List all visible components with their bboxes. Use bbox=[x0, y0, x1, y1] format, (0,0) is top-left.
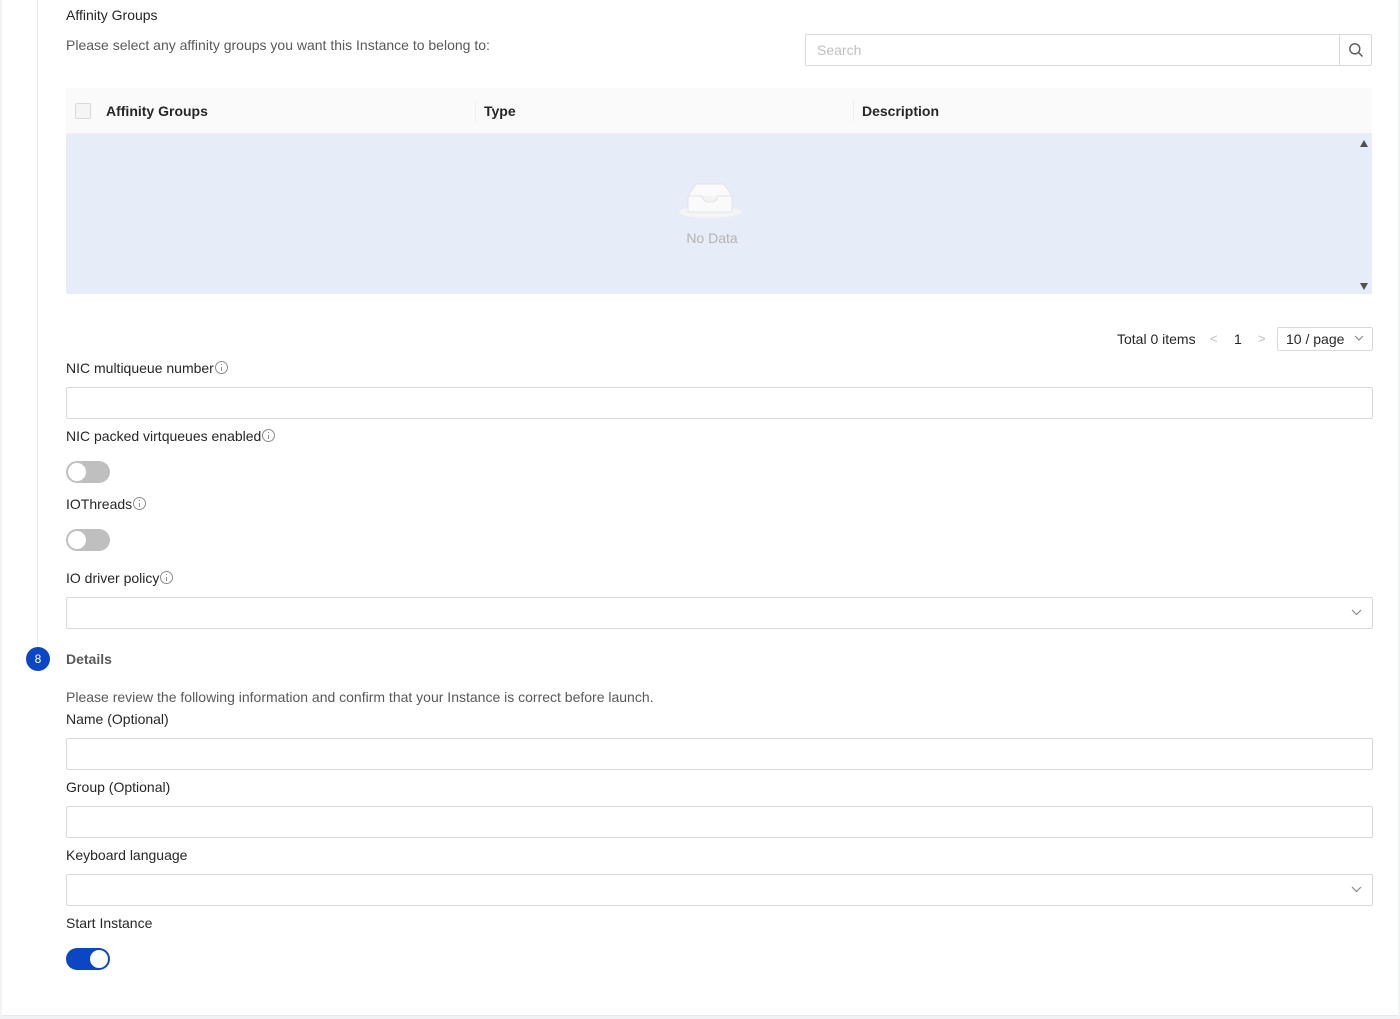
io-driver-label: IO driver policy bbox=[66, 570, 174, 586]
details-description: Please review the following information … bbox=[66, 689, 654, 705]
column-header-affinity-groups[interactable]: Affinity Groups bbox=[106, 88, 208, 134]
group-input[interactable] bbox=[67, 807, 1372, 837]
details-step-title: Details bbox=[66, 651, 112, 667]
affinity-search bbox=[805, 34, 1372, 66]
name-field bbox=[66, 738, 1373, 770]
info-icon[interactable] bbox=[160, 571, 174, 584]
toggle-knob bbox=[90, 950, 108, 968]
nic-packed-toggle[interactable] bbox=[66, 461, 110, 483]
step-number-badge: 8 bbox=[26, 647, 50, 671]
chevron-down-icon bbox=[1351, 609, 1362, 616]
pagination-next-icon[interactable]: > bbox=[1258, 331, 1266, 346]
affinity-groups-title: Affinity Groups bbox=[66, 7, 158, 23]
search-icon bbox=[1348, 43, 1363, 58]
column-separator bbox=[475, 100, 476, 122]
scroll-down-arrow-icon[interactable] bbox=[1360, 283, 1368, 290]
affinity-table-body: No Data bbox=[66, 134, 1372, 294]
pagination-page-1[interactable]: 1 bbox=[1234, 331, 1242, 347]
empty-inbox-icon bbox=[679, 183, 741, 218]
keyboard-language-label: Keyboard language bbox=[66, 847, 188, 863]
pagination-prev-icon[interactable]: < bbox=[1210, 331, 1218, 346]
chevron-down-icon bbox=[1354, 335, 1364, 341]
info-icon[interactable] bbox=[214, 361, 228, 374]
column-header-description[interactable]: Description bbox=[862, 88, 939, 134]
nic-multiqueue-label-text: NIC multiqueue number bbox=[66, 360, 214, 376]
empty-state-text: No Data bbox=[686, 230, 738, 246]
step-connector-line bbox=[37, 0, 38, 646]
column-header-type[interactable]: Type bbox=[484, 88, 516, 134]
page-size-value: 10 / page bbox=[1286, 331, 1345, 347]
scroll-up-arrow-icon[interactable] bbox=[1360, 140, 1368, 147]
toggle-knob bbox=[68, 531, 86, 549]
iothreads-label-text: IOThreads bbox=[66, 496, 133, 512]
group-field bbox=[66, 806, 1373, 838]
info-icon[interactable] bbox=[133, 497, 147, 510]
chevron-down-icon bbox=[1351, 886, 1362, 893]
nic-multiqueue-label: NIC multiqueue number bbox=[66, 360, 228, 376]
nic-multiqueue-input[interactable] bbox=[67, 388, 1372, 418]
iothreads-label: IOThreads bbox=[66, 496, 147, 512]
keyboard-language-select[interactable] bbox=[66, 874, 1373, 906]
toggle-knob bbox=[68, 463, 86, 481]
name-input[interactable] bbox=[67, 739, 1372, 769]
io-driver-select[interactable] bbox=[66, 597, 1373, 629]
search-button[interactable] bbox=[1339, 34, 1371, 66]
io-driver-label-text: IO driver policy bbox=[66, 570, 160, 586]
info-icon[interactable] bbox=[262, 429, 276, 442]
affinity-groups-description: Please select any affinity groups you wa… bbox=[66, 37, 490, 53]
nic-packed-label-text: NIC packed virtqueues enabled bbox=[66, 428, 262, 444]
group-label: Group (Optional) bbox=[66, 779, 171, 795]
nic-multiqueue-field bbox=[66, 387, 1373, 419]
start-instance-toggle[interactable] bbox=[66, 948, 110, 970]
affinity-search-input[interactable] bbox=[806, 35, 1340, 65]
page-size-select[interactable]: 10 / page bbox=[1277, 327, 1373, 351]
iothreads-toggle[interactable] bbox=[66, 529, 110, 551]
name-label: Name (Optional) bbox=[66, 711, 169, 727]
column-separator bbox=[853, 100, 854, 122]
nic-packed-label: NIC packed virtqueues enabled bbox=[66, 428, 276, 444]
start-instance-label: Start Instance bbox=[66, 915, 153, 931]
affinity-table-header: Affinity Groups Type Description bbox=[66, 88, 1372, 134]
select-all-checkbox[interactable] bbox=[75, 103, 91, 119]
pagination-total: Total 0 items bbox=[1117, 331, 1196, 347]
